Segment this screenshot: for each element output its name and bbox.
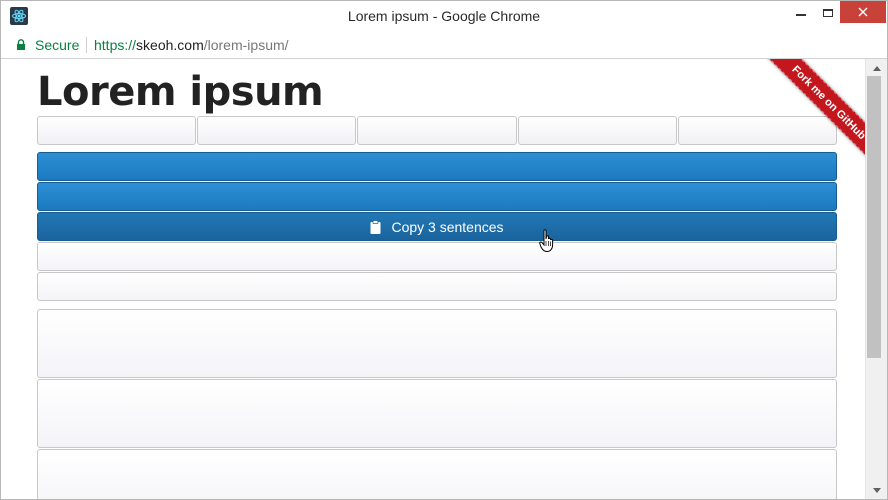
scroll-down-button[interactable]	[866, 483, 887, 497]
minimize-button[interactable]	[786, 1, 816, 25]
segment-button-2[interactable]	[197, 116, 357, 145]
url-text[interactable]: https://skeoh.com/lorem-ipsum/	[94, 37, 289, 53]
window-title: Lorem ipsum - Google Chrome	[347, 8, 541, 24]
option-row-2[interactable]	[37, 272, 837, 301]
address-bar[interactable]: Secure https://skeoh.com/lorem-ipsum/	[1, 31, 887, 59]
page-title: Lorem ipsum	[37, 69, 324, 115]
title-bar: Lorem ipsum - Google Chrome	[1, 1, 887, 31]
chevron-down-icon	[872, 487, 881, 493]
copy-sentences-label: Copy 3 sentences	[391, 218, 504, 235]
output-panel-1[interactable]	[37, 309, 837, 378]
output-panel-3[interactable]	[37, 449, 837, 499]
page-viewport: Lorem ipsum Copy 3 sentences Fork me on …	[1, 59, 865, 499]
primary-button-1[interactable]	[37, 152, 837, 181]
url-scheme: https://	[94, 37, 137, 53]
segment-button-group	[37, 116, 838, 145]
copy-sentences-button[interactable]: Copy 3 sentences	[37, 212, 837, 241]
github-ribbon[interactable]: Fork me on GitHub	[728, 59, 865, 196]
browser-window: Lorem ipsum - Google Chrome Secure https…	[0, 0, 888, 500]
address-divider	[86, 37, 87, 53]
segment-button-3[interactable]	[357, 116, 517, 145]
secure-label[interactable]: Secure	[35, 37, 79, 53]
maximize-icon	[823, 9, 833, 17]
close-button[interactable]	[840, 1, 886, 23]
url-host: skeoh.com	[136, 37, 204, 53]
minimize-icon	[796, 14, 806, 16]
maximize-button[interactable]	[813, 1, 843, 25]
segment-button-4[interactable]	[517, 116, 677, 145]
output-panel-2[interactable]	[37, 379, 837, 448]
clipboard-icon	[370, 219, 381, 234]
segment-button-1[interactable]	[37, 116, 197, 145]
option-row-1[interactable]	[37, 242, 837, 271]
primary-button-2[interactable]	[37, 182, 837, 211]
lock-icon	[17, 39, 25, 50]
hand-pointer-icon	[539, 229, 554, 253]
fork-on-github-link[interactable]: Fork me on GitHub	[753, 59, 865, 178]
scroll-thumb[interactable]	[867, 76, 881, 358]
url-path: /lorem-ipsum/	[203, 37, 289, 53]
close-icon	[858, 7, 868, 17]
scroll-up-button[interactable]	[866, 61, 887, 75]
vertical-scrollbar[interactable]	[865, 59, 887, 499]
chevron-up-icon	[872, 65, 881, 71]
